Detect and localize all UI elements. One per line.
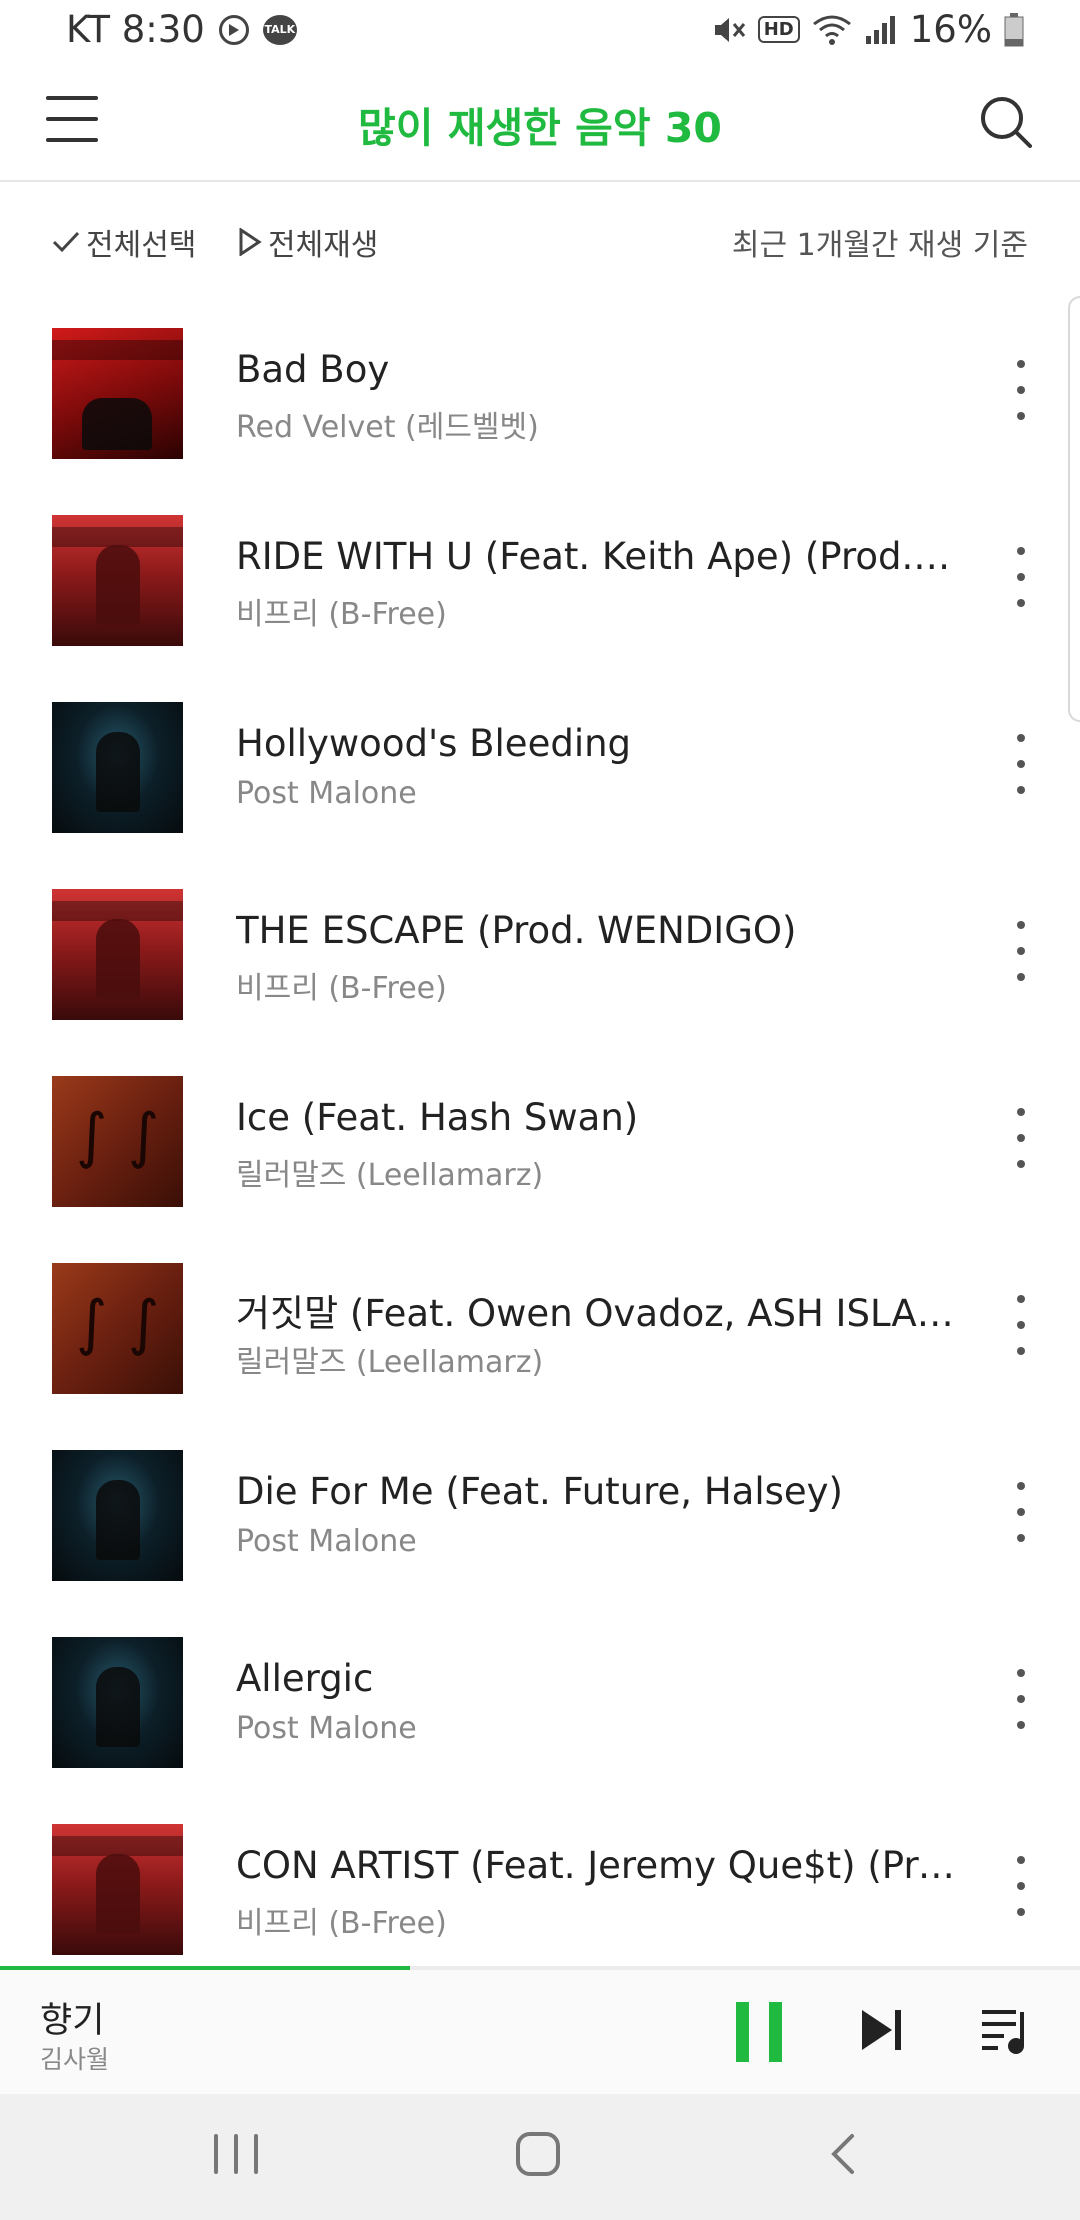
song-artist: 비프리 (B-Free)	[236, 1906, 447, 1941]
recent-apps-icon[interactable]	[214, 2134, 258, 2174]
select-all-button[interactable]: 전체선택	[52, 220, 196, 264]
album-art	[52, 1450, 183, 1581]
status-right: HD 16%	[712, 8, 1024, 51]
album-art	[52, 515, 183, 646]
album-art: ∫ ∫	[52, 1076, 183, 1207]
song-row[interactable]: Hollywood's Bleeding Post Malone	[0, 670, 1080, 857]
play-basis-label: 최근 1개월간 재생 기준	[731, 228, 1028, 263]
song-row[interactable]: Die For Me (Feat. Future, Halsey) Post M…	[0, 1418, 1080, 1605]
more-options-icon[interactable]	[1006, 1108, 1036, 1168]
song-artist: Post Malone	[236, 1711, 417, 1746]
next-track-icon[interactable]	[858, 2006, 906, 2054]
song-title: RIDE WITH U (Feat. Keith Ape) (Prod. C..…	[236, 535, 956, 578]
more-options-icon[interactable]	[1006, 360, 1036, 420]
check-icon	[52, 231, 80, 253]
page-title: 많이 재생한 음악 30	[358, 104, 722, 152]
play-notification-icon	[218, 14, 249, 45]
song-row[interactable]: THE ESCAPE (Prod. WENDIGO) 비프리 (B-Free)	[0, 857, 1080, 1044]
song-artist: 릴러말즈 (Leellamarz)	[236, 1158, 544, 1193]
song-row[interactable]: CON ARTIST (Feat. Jeremy Que$t) (Pro... …	[0, 1792, 1080, 1979]
song-artist: Red Velvet (레드벨벳)	[236, 410, 539, 445]
playback-progress-fill	[0, 1966, 411, 1970]
home-icon[interactable]	[516, 2132, 560, 2176]
album-art: ∫ ∫	[52, 1263, 183, 1394]
song-title: 거짓말 (Feat. Owen Ovadoz, ASH ISLAND)	[236, 1292, 956, 1335]
app-header: 많이 재생한 음악 30	[0, 64, 1080, 182]
song-artist: 비프리 (B-Free)	[236, 971, 447, 1006]
song-artist: 비프리 (B-Free)	[236, 597, 447, 632]
system-nav-bar	[0, 2094, 1080, 2220]
play-all-label: 전체재생	[268, 228, 379, 263]
signal-icon	[865, 15, 895, 44]
song-row[interactable]: RIDE WITH U (Feat. Keith Ape) (Prod. C..…	[0, 483, 1080, 670]
more-options-icon[interactable]	[1006, 1669, 1036, 1729]
talk-notification-icon: TALK	[262, 14, 297, 45]
song-title: Hollywood's Bleeding	[236, 722, 632, 765]
song-row[interactable]: ∫ ∫ 거짓말 (Feat. Owen Ovadoz, ASH ISLAND) 릴…	[0, 1231, 1080, 1418]
song-title: Die For Me (Feat. Future, Halsey)	[236, 1470, 843, 1513]
song-title: CON ARTIST (Feat. Jeremy Que$t) (Pro...	[236, 1844, 956, 1887]
song-artist: Post Malone	[236, 1524, 417, 1559]
mini-player[interactable]: 향기 김사월	[0, 1966, 1080, 2094]
pause-button[interactable]	[736, 2002, 782, 2062]
album-art	[52, 1824, 183, 1955]
song-title: Allergic	[236, 1657, 374, 1700]
more-options-icon[interactable]	[1006, 1482, 1036, 1542]
pause-icon	[736, 2002, 749, 2062]
song-row[interactable]: Bad Boy Red Velvet (레드벨벳)	[0, 296, 1080, 483]
song-list: Bad Boy Red Velvet (레드벨벳) RIDE WITH U (F…	[0, 296, 1080, 1979]
song-artist: 릴러말즈 (Leellamarz)	[236, 1345, 544, 1380]
more-options-icon[interactable]	[1006, 1295, 1036, 1355]
carrier-time: KT 8:30	[66, 8, 205, 51]
wifi-icon	[812, 15, 851, 45]
playlist-queue-icon[interactable]	[980, 2004, 1030, 2056]
search-icon[interactable]	[978, 94, 1034, 150]
song-row[interactable]: ∫ ∫ Ice (Feat. Hash Swan) 릴러말즈 (Leellamar…	[0, 1044, 1080, 1231]
hd-icon: HD	[757, 16, 800, 43]
now-playing-artist: 김사월	[40, 2045, 110, 2074]
back-icon[interactable]	[822, 2132, 866, 2176]
album-art	[52, 328, 183, 459]
more-options-icon[interactable]	[1006, 1856, 1036, 1916]
now-playing-title: 향기	[40, 2001, 105, 2041]
song-title: Bad Boy	[236, 348, 390, 391]
song-artist: Post Malone	[236, 776, 417, 811]
album-art	[52, 1637, 183, 1768]
playback-progress-track[interactable]	[0, 1966, 1080, 1970]
play-all-button[interactable]: 전체재생	[238, 220, 378, 264]
more-options-icon[interactable]	[1006, 734, 1036, 794]
status-bar: KT 8:30 TALK HD 16%	[0, 0, 1080, 64]
song-row[interactable]: Allergic Post Malone	[0, 1605, 1080, 1792]
play-outline-icon	[239, 228, 262, 256]
battery-level: 16%	[909, 8, 992, 51]
battery-icon	[1004, 12, 1024, 46]
more-options-icon[interactable]	[1006, 921, 1036, 981]
album-art	[52, 702, 183, 833]
status-left: KT 8:30 TALK	[66, 8, 297, 51]
more-options-icon[interactable]	[1006, 547, 1036, 607]
song-title: THE ESCAPE (Prod. WENDIGO)	[236, 909, 797, 952]
list-toolbar: 전체선택 전체재생 최근 1개월간 재생 기준	[0, 200, 1080, 280]
album-art	[52, 889, 183, 1020]
mute-icon	[714, 17, 745, 42]
select-all-label: 전체선택	[86, 228, 197, 263]
song-title: Ice (Feat. Hash Swan)	[236, 1096, 639, 1139]
